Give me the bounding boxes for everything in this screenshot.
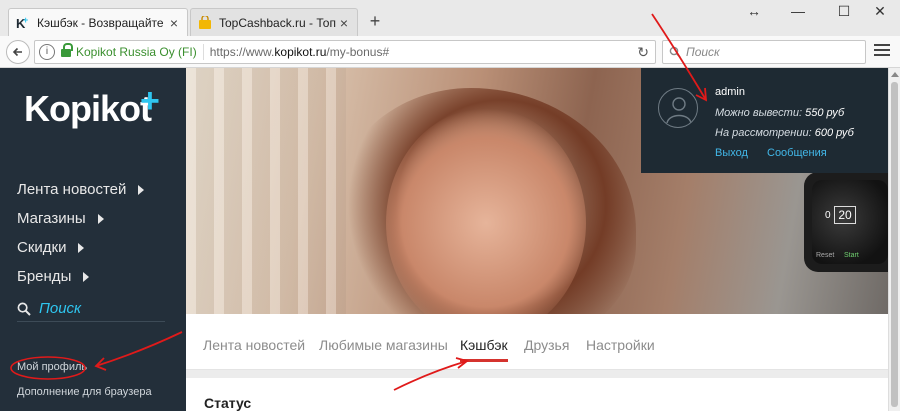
sidebar-item-label: Скидки: [17, 239, 67, 256]
new-tab-button[interactable]: +: [364, 10, 386, 32]
back-arrow-icon: [12, 47, 22, 57]
sidebar: Kopikot + Лента новостей Магазины Скидки …: [0, 68, 186, 411]
sidebar-item-stores[interactable]: Магазины: [17, 204, 144, 233]
site-info-icon[interactable]: i: [39, 44, 55, 60]
cover-smartwatch: 0 20 Reset Start: [804, 172, 888, 272]
lock-icon: [61, 43, 73, 57]
watch-start-label: Start: [844, 252, 859, 259]
profile-tabs: Лента новостей Любимые магазины Кэшбэк Д…: [186, 314, 888, 370]
withdrawable-amount: Можно вывести: 550 руб: [715, 107, 845, 119]
tab-news-feed[interactable]: Лента новостей: [203, 337, 305, 353]
logo-plus-icon: +: [140, 82, 160, 120]
browser-tab-title: TopCashback.ru - Топ лу...: [219, 15, 337, 30]
close-tab-icon[interactable]: ×: [337, 15, 351, 31]
sidebar-item-label: Лента новостей: [17, 181, 127, 198]
watch-digit: 0: [825, 210, 831, 221]
address-bar[interactable]: i Kopikot Russia Oy (FI) https://www.kop…: [34, 40, 656, 64]
sidebar-item-label: Магазины: [17, 210, 86, 227]
tab-favorite-stores[interactable]: Любимые магазины: [319, 337, 448, 353]
sidebar-item-discounts[interactable]: Скидки: [17, 233, 144, 262]
vertical-scrollbar[interactable]: [888, 68, 900, 411]
topcashback-favicon-icon: [197, 15, 213, 31]
status-section: Статус: [186, 378, 888, 411]
pending-amount: На рассмотрении: 600 руб: [715, 127, 854, 139]
certificate-owner: Kopikot Russia Oy (FI): [76, 45, 197, 59]
back-button[interactable]: [6, 40, 30, 64]
search-placeholder: Поиск: [686, 45, 720, 59]
browser-tab-kopikot[interactable]: K+ Кэшбэк - Возвращайте д... ×: [8, 8, 188, 36]
chevron-right-icon: [138, 184, 145, 195]
search-icon: [17, 302, 31, 316]
url-text[interactable]: https://www.kopikot.ru/my-bonus#: [210, 45, 389, 59]
sidebar-item-news-feed[interactable]: Лента новостей: [17, 175, 145, 204]
close-tab-icon[interactable]: ×: [167, 15, 181, 31]
close-window-button[interactable]: ✕: [860, 0, 900, 24]
scrollbar-thumb[interactable]: [891, 82, 898, 407]
sidebar-nav: Лента новостей Магазины Скидки Бренды: [17, 175, 145, 291]
kopikot-logo[interactable]: Kopikot +: [24, 82, 160, 130]
messages-link[interactable]: Сообщения: [767, 147, 827, 159]
username: admin: [715, 86, 745, 98]
chevron-right-icon: [97, 213, 104, 224]
sidebar-item-label: Бренды: [17, 268, 72, 285]
address-divider: [202, 44, 204, 60]
resize-icon[interactable]: ↔: [734, 0, 774, 24]
sidebar-search-input[interactable]: Поиск: [17, 296, 165, 322]
maximize-button[interactable]: ☐: [824, 0, 864, 24]
web-page: Kopikot + Лента новостей Магазины Скидки …: [0, 68, 888, 411]
hamburger-menu-icon[interactable]: [874, 44, 890, 58]
browser-tab-topcashback[interactable]: TopCashback.ru - Топ лу... ×: [190, 8, 358, 36]
avatar[interactable]: [658, 88, 698, 128]
browser-search-input[interactable]: Поиск: [662, 40, 866, 64]
scroll-up-icon[interactable]: [891, 72, 899, 77]
browser-tab-title: Кэшбэк - Возвращайте д...: [37, 15, 167, 30]
profile-cover-image: 0 20 Reset Start admin Можно вывести: 55…: [186, 68, 888, 314]
svg-text:+: +: [23, 15, 28, 25]
browser-addon-link[interactable]: Дополнение для браузера: [17, 386, 152, 398]
logout-link[interactable]: Выход: [715, 147, 748, 159]
my-profile-link[interactable]: Мой профиль: [17, 361, 87, 373]
tab-settings[interactable]: Настройки: [586, 337, 655, 353]
browser-tab-strip: K+ Кэшбэк - Возвращайте д... × TopCashba…: [0, 0, 900, 36]
user-silhouette-icon: [666, 97, 692, 124]
tab-cashback[interactable]: Кэшбэк: [460, 337, 508, 362]
watch-time: 20: [834, 206, 856, 224]
browser-toolbar: i Kopikot Russia Oy (FI) https://www.kop…: [0, 36, 900, 68]
user-info-panel: admin Можно вывести: 550 руб На рассмотр…: [641, 68, 888, 173]
minimize-button[interactable]: —: [778, 0, 818, 24]
reload-icon[interactable]: ↻: [637, 44, 649, 61]
kopikot-favicon-icon: K +: [15, 15, 31, 31]
chevron-right-icon: [78, 242, 85, 253]
watch-reset-label: Reset: [816, 252, 835, 259]
status-heading: Статус: [204, 395, 252, 411]
sidebar-item-brands[interactable]: Бренды: [17, 262, 144, 291]
cover-building-background: [186, 68, 346, 314]
search-icon: [669, 46, 681, 58]
sidebar-search-placeholder: Поиск: [39, 300, 82, 317]
chevron-right-icon: [83, 271, 90, 282]
tab-friends[interactable]: Друзья: [524, 337, 569, 353]
